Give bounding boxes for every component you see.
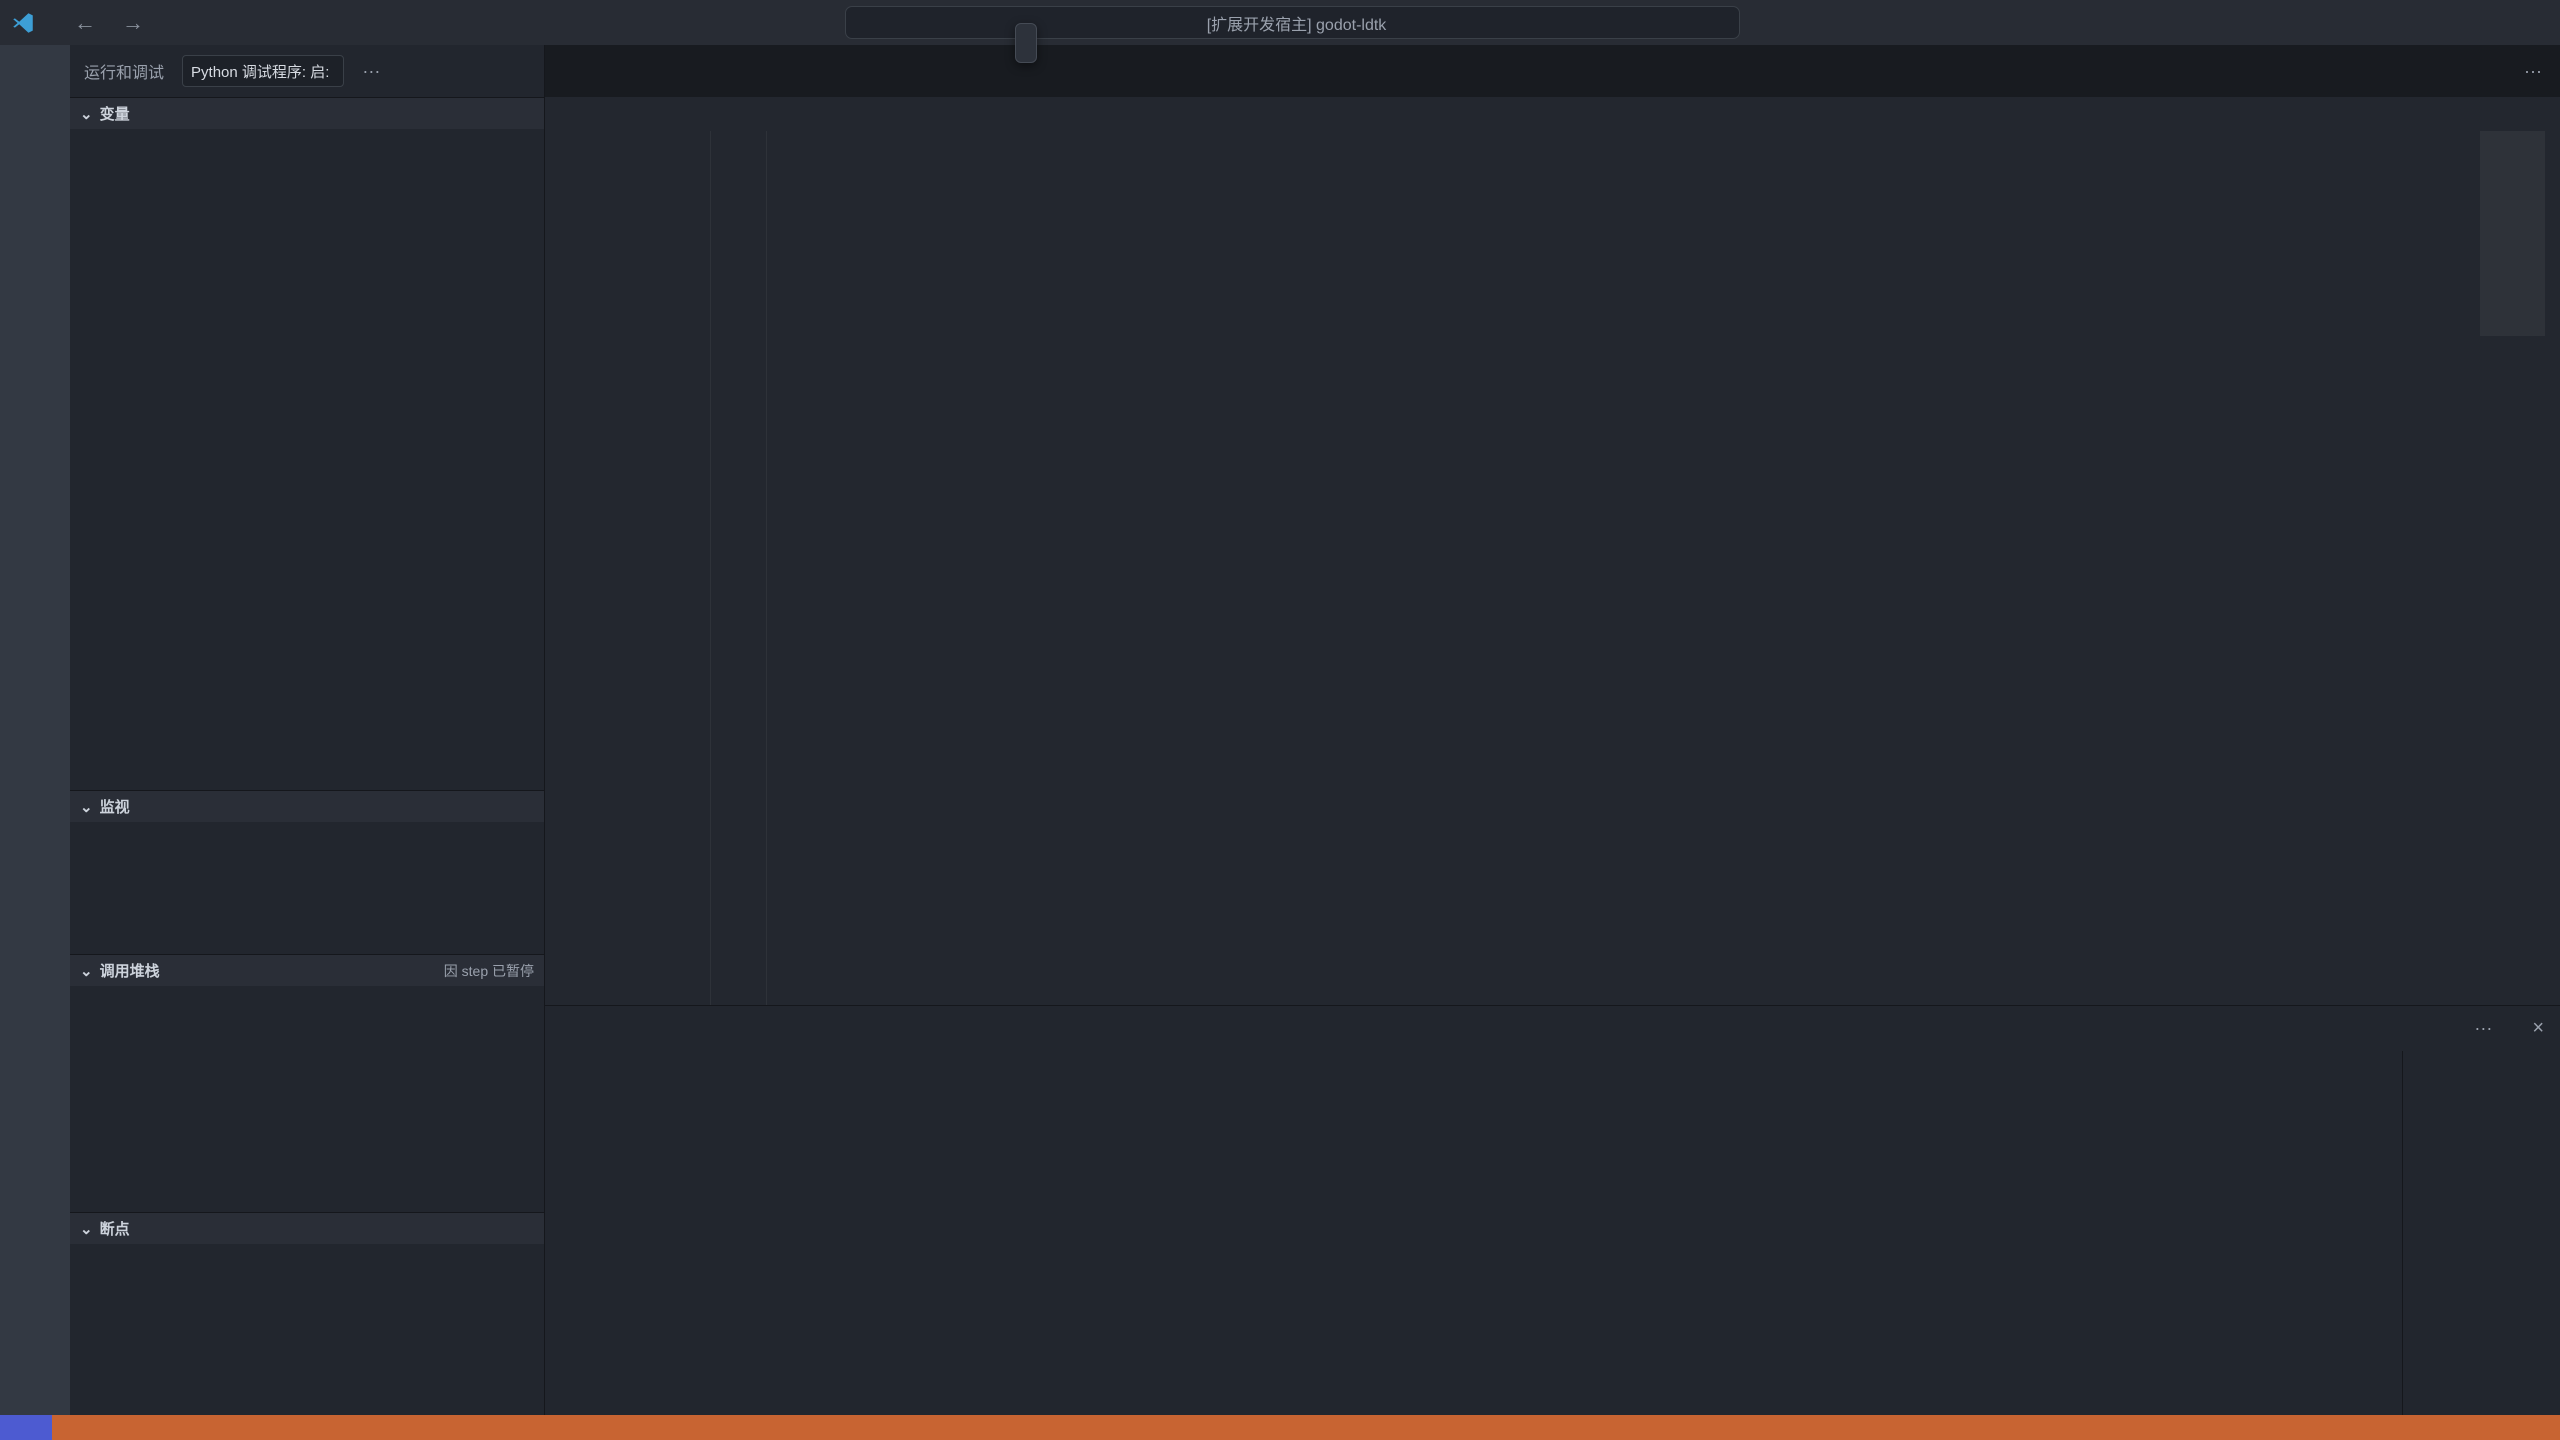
debug-config-dropdown[interactable]: Python 调试程序: 启:: [182, 55, 344, 87]
callstack-title: 调用堆栈: [100, 960, 160, 981]
terminal-output[interactable]: [545, 1051, 2402, 1415]
chevron-down-icon: ⌄: [80, 798, 93, 816]
minimap[interactable]: [2480, 131, 2545, 1005]
activity-bar: [0, 45, 70, 1415]
terminal-list: [2402, 1051, 2560, 1415]
editor-actions: ···: [2470, 45, 2560, 97]
more-actions-icon[interactable]: ···: [362, 61, 380, 82]
overview-ruler: [2545, 131, 2560, 1005]
watch-title: 监视: [100, 796, 130, 817]
editor-more-actions-icon[interactable]: ···: [2524, 61, 2542, 82]
editor-tab-bar: ···: [545, 45, 2560, 97]
chevron-down-icon: ⌄: [80, 962, 93, 980]
variables-title: 变量: [100, 103, 130, 124]
breakpoints-section-header[interactable]: ⌄ 断点: [70, 1212, 544, 1244]
panel-actions: ··· ×: [2454, 1017, 2560, 1040]
nav-forward-button[interactable]: →: [122, 10, 144, 36]
nav-back-button[interactable]: ←: [74, 10, 96, 36]
title-bar: ← → [扩展开发宿主] godot-ldtk: [0, 0, 2560, 45]
close-panel-icon[interactable]: ×: [2532, 1017, 2544, 1040]
window-title-text: [扩展开发宿主] godot-ldtk: [1207, 11, 1387, 35]
chevron-down-icon: ⌄: [80, 105, 93, 123]
breadcrumb: [545, 97, 2560, 131]
debug-config-label: Python 调试程序: 启:: [191, 61, 329, 82]
command-center-search[interactable]: [扩展开发宿主] godot-ldtk: [845, 6, 1740, 39]
panel-more-actions-icon[interactable]: ···: [2474, 1018, 2492, 1039]
watch-section-header[interactable]: ⌄ 监视: [70, 790, 544, 822]
breakpoints-list: [70, 1244, 544, 1415]
panel-tab-bar: ··· ×: [545, 1006, 2560, 1051]
sidebar-title: 运行和调试: [84, 59, 164, 83]
vscode-window: ← → [扩展开发宿主] godot-ldtk 运行和调试 Python 调试程…: [0, 0, 2560, 1440]
status-bar: [0, 1415, 2560, 1440]
variables-section-header[interactable]: ⌄ 变量: [70, 97, 544, 129]
vscode-logo-icon: [0, 10, 46, 36]
remote-indicator[interactable]: [0, 1415, 52, 1440]
debug-toolbar: [1015, 23, 1037, 63]
bottom-panel: ··· ×: [545, 1005, 2560, 1415]
run-debug-sidebar: 运行和调试 Python 调试程序: 启: ··· ⌄ 变量 ⌄ 监视: [70, 45, 545, 1415]
callstack-list: [70, 986, 544, 1212]
pause-reason-label: 因 step 已暂停: [444, 961, 534, 981]
variables-list: [70, 129, 544, 790]
code-editor[interactable]: [545, 131, 2560, 1005]
watch-list: [70, 822, 544, 954]
callstack-section-header[interactable]: ⌄ 调用堆栈 因 step 已暂停: [70, 954, 544, 986]
run-debug-toolbar: 运行和调试 Python 调试程序: 启: ···: [70, 45, 544, 97]
chevron-down-icon: ⌄: [80, 1220, 93, 1238]
breakpoints-title: 断点: [100, 1218, 130, 1239]
